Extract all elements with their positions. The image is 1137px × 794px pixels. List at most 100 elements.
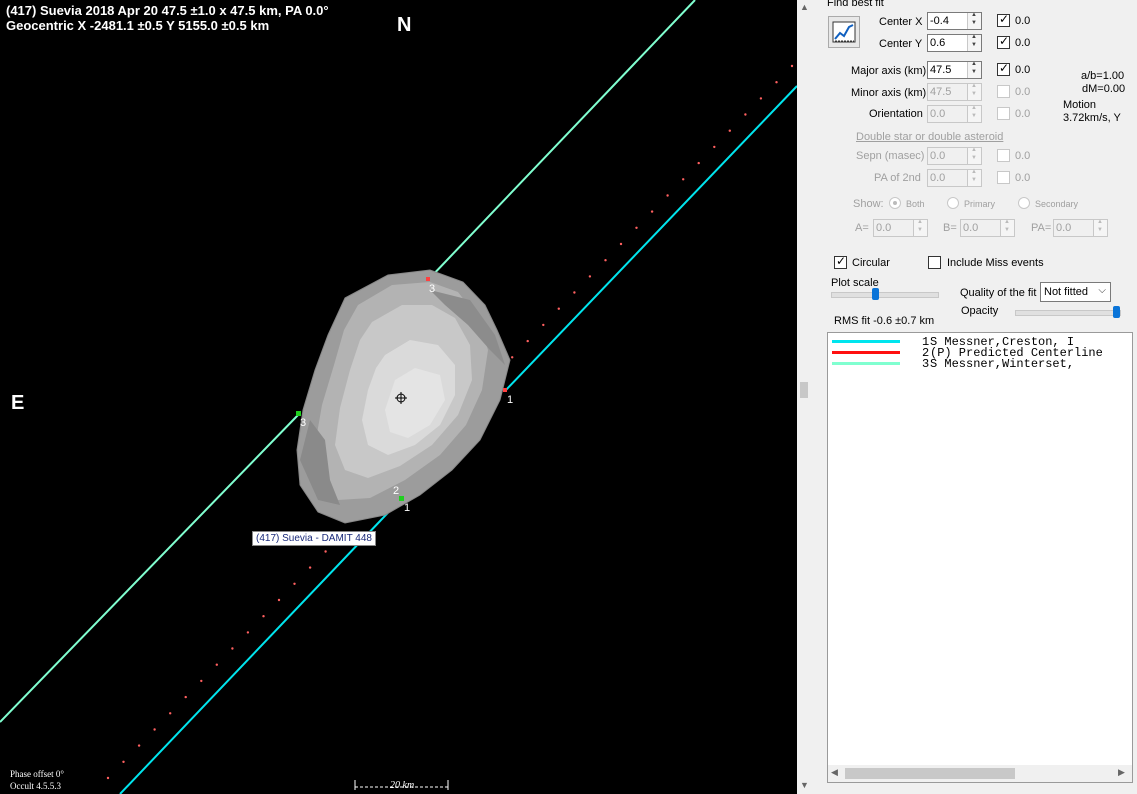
- quality-dropdown[interactable]: Not fitted ⌵: [1040, 282, 1111, 302]
- scrollbar-thumb[interactable]: [800, 382, 808, 398]
- orientation-label: Orientation: [869, 108, 923, 120]
- major-axis-step: 0.0: [1015, 64, 1031, 76]
- predicted-centerline-dot: [324, 550, 327, 553]
- scroll-down-icon[interactable]: ▼: [800, 780, 809, 790]
- predicted-centerline-dot: [542, 323, 545, 327]
- predicted-centerline-dot: [262, 615, 265, 618]
- find-best-fit-button[interactable]: [828, 16, 860, 48]
- major-axis-value: 47.5: [930, 64, 952, 76]
- sepn-label: Sepn (masec): [856, 150, 925, 162]
- predicted-centerline-dot: [588, 275, 592, 278]
- spinner-arrows-icon[interactable]: [967, 105, 981, 122]
- chord-label-3-left: 3: [300, 417, 306, 429]
- version-label: Occult 4.5.5.3: [10, 781, 61, 791]
- scroll-up-icon[interactable]: ▲: [800, 2, 809, 12]
- pa2-checkbox[interactable]: [997, 171, 1010, 184]
- minor-axis-label: Minor axis (km): [851, 87, 927, 99]
- major-axis-spinner[interactable]: 47.5: [927, 61, 982, 79]
- fit-chart-icon: [832, 21, 856, 43]
- pa-field-spinner[interactable]: 0.0: [1053, 219, 1108, 237]
- predicted-centerline-dot: [775, 81, 778, 84]
- scroll-left-icon[interactable]: ◀: [831, 767, 838, 778]
- predicted-centerline-dot: [246, 631, 250, 634]
- center-x-checkbox[interactable]: [997, 12, 1010, 27]
- show-secondary-radio[interactable]: [1018, 197, 1030, 209]
- orientation-spinner[interactable]: 0.0: [927, 105, 982, 123]
- predicted-centerline-dot: [650, 210, 654, 213]
- show-primary-radio[interactable]: [947, 197, 959, 209]
- occultation-plot[interactable]: 3 3 1 1 2 (417) Suevia 2018 Apr 20 47.5 …: [0, 0, 797, 794]
- sepn-spinner[interactable]: 0.0: [927, 147, 982, 165]
- legend-swatch: [832, 362, 900, 365]
- double-star-link[interactable]: Double star or double asteroid: [856, 131, 1003, 143]
- chord-3-line-upper: [427, 0, 696, 281]
- horizontal-scrollbar[interactable]: ◀ ▶: [828, 765, 1132, 782]
- center-y-spinner[interactable]: 0.6: [927, 34, 982, 52]
- scale-bar-label: 20 km: [390, 780, 415, 791]
- include-miss-label: Include Miss events: [947, 257, 1044, 269]
- spinner-arrows-icon[interactable]: [967, 61, 981, 78]
- plot-scale-thumb[interactable]: [872, 288, 879, 300]
- spinner-arrows-icon[interactable]: [913, 219, 927, 236]
- include-miss-checkbox[interactable]: [928, 256, 941, 269]
- center-x-spinner[interactable]: -0.4: [927, 12, 982, 30]
- show-secondary-label: Secondary: [1035, 199, 1079, 209]
- spinner-arrows-icon[interactable]: [967, 169, 981, 186]
- hscroll-thumb[interactable]: [845, 768, 1015, 779]
- predicted-centerline-dot: [106, 776, 110, 780]
- find-best-fit-label: Find best fit: [827, 0, 884, 9]
- predicted-centerline-dot: [666, 194, 669, 197]
- spinner-arrows-icon[interactable]: [1000, 219, 1014, 236]
- spinner-arrows-icon[interactable]: [1093, 219, 1107, 236]
- predicted-centerline-dot: [635, 226, 638, 229]
- chevron-down-icon: ⌵: [1098, 285, 1106, 296]
- predicted-centerline-dot: [557, 307, 560, 310]
- motion-label: Motion: [1063, 99, 1097, 111]
- minor-axis-value: 47.5: [930, 86, 952, 98]
- opacity-thumb[interactable]: [1113, 306, 1120, 318]
- shape-model-label: (417) Suevia - DAMIT 448: [252, 531, 376, 546]
- pa2-spinner[interactable]: 0.0: [927, 169, 982, 187]
- chord-label-2: 2: [393, 485, 399, 497]
- phase-offset: Phase offset 0°: [10, 769, 64, 779]
- b-field-spinner[interactable]: 0.0: [960, 219, 1015, 237]
- orientation-value: 0.0: [930, 108, 946, 120]
- plot-scale-slider[interactable]: [831, 288, 939, 300]
- vertical-scrollbar[interactable]: ▲ ▼: [797, 0, 819, 794]
- center-y-checkbox[interactable]: [997, 34, 1010, 49]
- center-y-label: Center Y: [879, 38, 923, 50]
- predicted-centerline-dot: [153, 728, 156, 731]
- center-y-step: 0.0: [1015, 37, 1031, 49]
- predicted-centerline-dot: [728, 129, 731, 132]
- predicted-centerline-dot: [759, 97, 763, 100]
- chord-3-line-lower: [0, 413, 300, 723]
- pa-field-value: 0.0: [1056, 222, 1072, 234]
- orientation-step: 0.0: [1015, 108, 1031, 120]
- observer-legend-list[interactable]: 1 S Messner,Creston, I 2 (P) Predicted C…: [827, 332, 1133, 783]
- spinner-arrows-icon[interactable]: [967, 34, 981, 51]
- rms-fit: RMS fit -0.6 ±0.7 km: [834, 315, 935, 327]
- fit-control-panel: Find best fit Center X -0.4 0.0 Center Y…: [819, 0, 1137, 794]
- minor-axis-checkbox[interactable]: [997, 85, 1010, 98]
- minor-axis-spinner[interactable]: 47.5: [927, 83, 982, 101]
- opacity-slider[interactable]: [1015, 306, 1121, 318]
- orientation-checkbox[interactable]: [997, 107, 1010, 120]
- scroll-right-icon[interactable]: ▶: [1118, 767, 1125, 778]
- a-field-spinner[interactable]: 0.0: [873, 219, 928, 237]
- chord-label-1-bottom: 1: [404, 502, 410, 514]
- spinner-arrows-icon[interactable]: [967, 147, 981, 164]
- plot-scale-label: Plot scale: [831, 277, 879, 289]
- legend-swatch: [832, 340, 900, 343]
- major-axis-checkbox[interactable]: [997, 61, 1010, 76]
- spinner-arrows-icon[interactable]: [967, 83, 981, 100]
- show-both-radio[interactable]: [889, 197, 901, 209]
- chord-label-1-right: 1: [507, 394, 513, 406]
- spinner-arrows-icon[interactable]: [967, 12, 981, 29]
- predicted-centerline-dot: [231, 647, 234, 650]
- a-field-value: 0.0: [876, 222, 892, 234]
- predicted-centerline-dot: [697, 161, 700, 165]
- predicted-centerline-dot: [573, 291, 576, 294]
- circular-checkbox[interactable]: [834, 254, 847, 269]
- delta-magnitude: dM=0.00: [1082, 83, 1126, 95]
- sepn-checkbox[interactable]: [997, 149, 1010, 162]
